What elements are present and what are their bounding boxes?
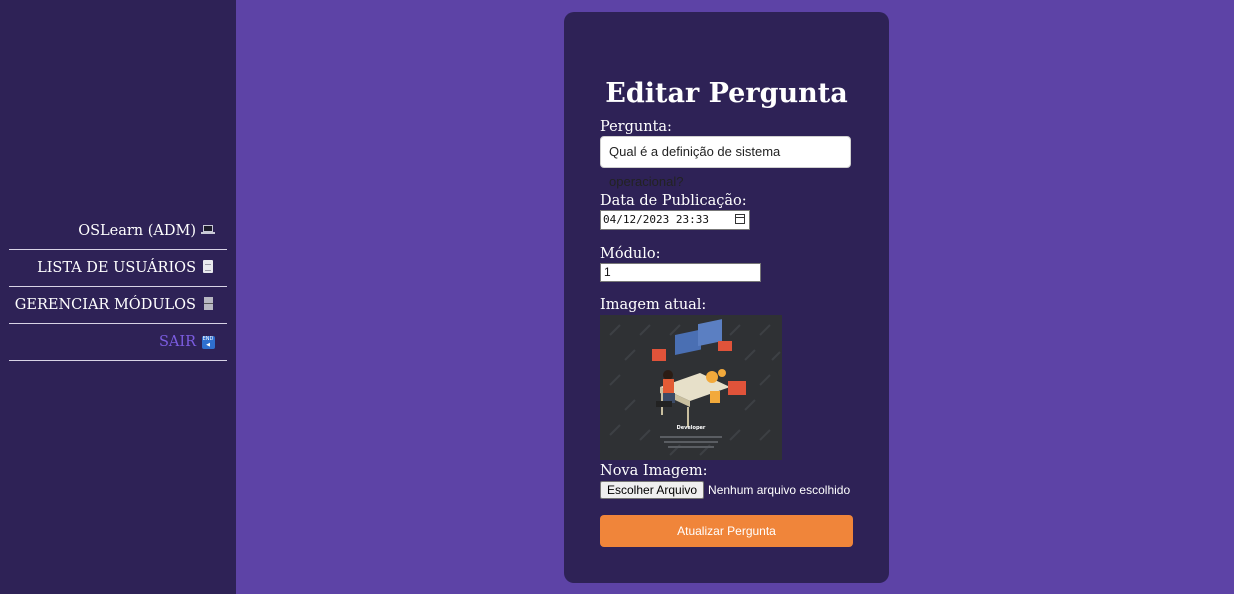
calendar-icon[interactable]: [735, 214, 745, 224]
current-image-label: Imagem atual:: [600, 297, 707, 313]
new-image-label: Nova Imagem:: [600, 463, 708, 479]
question-label: Pergunta:: [600, 119, 672, 135]
date-input[interactable]: 04/12/2023 23:33: [600, 210, 750, 230]
sidebar-item-label: SAIR: [158, 334, 196, 350]
preview-caption: Developer: [677, 425, 706, 431]
sidebar-item-label: OSLearn (ADM): [78, 223, 196, 239]
file-cabinet-icon: [201, 297, 215, 313]
sidebar-menu: OSLearn (ADM) LISTA DE USUÁRIOS GERENCIA…: [9, 213, 227, 361]
page-title: Editar Pergunta: [605, 78, 848, 109]
sidebar-item-label: LISTA DE USUÁRIOS: [37, 260, 196, 276]
module-label: Módulo:: [600, 246, 661, 262]
question-input[interactable]: Qual é a definição de sistema operaciona…: [600, 136, 851, 189]
choose-file-button[interactable]: Escolher Arquivo: [600, 481, 705, 499]
sidebar-item-label: GERENCIAR MÓDULOS: [14, 297, 196, 313]
laptop-icon: [201, 224, 215, 238]
file-input: Escolher Arquivo Nenhum arquivo escolhid…: [600, 481, 850, 499]
page-icon: [201, 260, 215, 276]
sidebar-item-gerenciar-modulos[interactable]: GERENCIAR MÓDULOS: [9, 287, 227, 324]
edit-question-card: Editar Pergunta Pergunta: Qual é a defin…: [564, 12, 889, 583]
sidebar: OSLearn (ADM) LISTA DE USUÁRIOS GERENCIA…: [0, 0, 236, 594]
sidebar-item-oslearn-adm[interactable]: OSLearn (ADM): [9, 213, 227, 250]
end-arrow-icon: END ◀: [201, 336, 215, 349]
sidebar-item-sair[interactable]: SAIR END ◀: [9, 324, 227, 361]
module-input[interactable]: 1: [600, 263, 761, 282]
current-image-preview: Developer: [600, 315, 782, 460]
date-label: Data de Publicação:: [600, 193, 747, 209]
file-status: Nenhum arquivo escolhido: [708, 483, 851, 497]
date-value: 04/12/2023 23:33: [603, 213, 709, 226]
sidebar-item-lista-usuarios[interactable]: LISTA DE USUÁRIOS: [9, 250, 227, 287]
update-question-button[interactable]: Atualizar Pergunta: [600, 515, 853, 547]
